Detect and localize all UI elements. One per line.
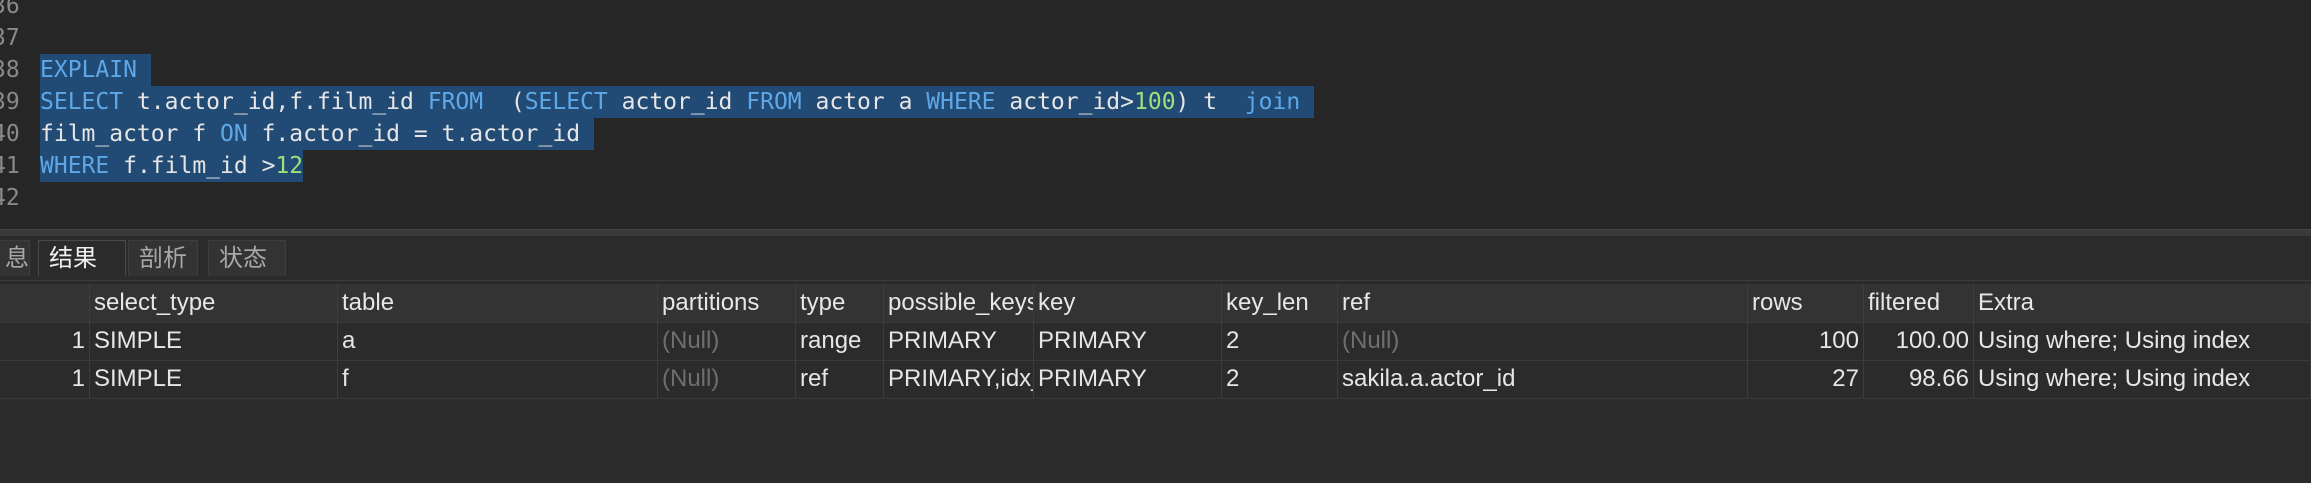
- table-row[interactable]: 1SIMPLEf(Null)refPRIMARY,idx_fk_film_idP…: [0, 360, 2311, 399]
- sql-keyword: WHERE: [926, 89, 1010, 115]
- tab-2[interactable]: 剖析: [128, 240, 198, 276]
- cell-ref[interactable]: sakila.a.actor_id: [1338, 360, 1748, 398]
- code-text[interactable]: film_actor f ON f.actor_id = t.actor_id: [40, 118, 594, 150]
- result-tabbar: 息结果 1剖析状态: [0, 236, 2311, 308]
- editor-line[interactable]: 38 EXPLAIN: [0, 54, 2311, 86]
- cell-partitions[interactable]: (Null): [658, 322, 796, 360]
- cell-rows[interactable]: 27: [1748, 360, 1864, 398]
- sql-keyword: FROM: [427, 89, 511, 115]
- editor-line[interactable]: 40 film_actor f ON f.actor_id = t.actor_i…: [0, 118, 2311, 150]
- column-header-possible_keys[interactable]: possible_keys: [884, 284, 1034, 322]
- cell-Extra[interactable]: Using where; Using index: [1974, 322, 2311, 360]
- cell-possible_keys[interactable]: PRIMARY,idx_fk_film_id: [884, 360, 1034, 398]
- line-number: 36: [0, 0, 20, 19]
- sql-keyword: join: [1244, 89, 1315, 115]
- line-number: 37: [0, 25, 20, 51]
- column-header-filtered[interactable]: filtered: [1864, 284, 1974, 322]
- column-header-key[interactable]: key: [1034, 284, 1222, 322]
- column-header-partitions[interactable]: partitions: [658, 284, 796, 322]
- editor-line[interactable]: 42: [0, 182, 2311, 214]
- cell-rownum[interactable]: 1: [0, 322, 90, 360]
- column-header-select_type[interactable]: select_type: [90, 284, 338, 322]
- sql-identifier: actor a: [815, 89, 927, 115]
- tab-3[interactable]: 状态: [208, 240, 286, 276]
- cell-table[interactable]: a: [338, 322, 658, 360]
- cell-key[interactable]: PRIMARY: [1034, 360, 1222, 398]
- cell-table[interactable]: f: [338, 360, 658, 398]
- cell-ref[interactable]: (Null): [1338, 322, 1748, 360]
- editor-line[interactable]: 41 WHERE f.film_id >12: [0, 150, 2311, 182]
- sql-identifier: t.actor_id,f.film_id: [136, 89, 428, 115]
- editor-line[interactable]: 39SELECT t.actor_id,f.film_id FROM (SELE…: [0, 86, 2311, 118]
- line-number: 41: [0, 153, 20, 179]
- cell-Extra[interactable]: Using where; Using index: [1974, 360, 2311, 398]
- sql-identifier: film_actor f: [40, 121, 221, 147]
- code-text[interactable]: SELECT t.actor_id,f.film_id FROM (SELECT…: [40, 86, 1315, 118]
- sql-keyword: ON: [220, 121, 262, 147]
- cell-key_len[interactable]: 2: [1222, 322, 1338, 360]
- line-number: 40: [0, 121, 20, 147]
- sql-editor[interactable]: 36 37 38 EXPLAIN 39 SELECT t.actor_id,f.film…: [0, 0, 2311, 229]
- column-header-Extra[interactable]: Extra: [1974, 284, 2311, 322]
- sql-keyword: FROM: [746, 89, 816, 115]
- cell-select_type[interactable]: SIMPLE: [90, 360, 338, 398]
- sql-identifier: f.film_id >: [123, 153, 276, 179]
- code-text[interactable]: WHERE f.film_id >12: [40, 150, 304, 182]
- cell-filtered[interactable]: 100.00: [1864, 322, 1974, 360]
- cell-key_len[interactable]: 2: [1222, 360, 1338, 398]
- column-header-table[interactable]: table: [338, 284, 658, 322]
- cell-filtered[interactable]: 98.66: [1864, 360, 1974, 398]
- cell-partitions[interactable]: (Null): [658, 360, 796, 398]
- column-header-rows[interactable]: rows: [1748, 284, 1864, 322]
- cell-select_type[interactable]: SIMPLE: [90, 322, 338, 360]
- sql-identifier: f.actor_id = t.actor_id: [261, 121, 594, 147]
- column-header-rownum[interactable]: [0, 284, 90, 322]
- cell-type[interactable]: ref: [796, 360, 884, 398]
- column-header-key_len[interactable]: key_len: [1222, 284, 1338, 322]
- sql-identifier: actor_id>: [1009, 89, 1134, 115]
- sql-identifier: ) t: [1175, 89, 1245, 115]
- code-text[interactable]: EXPLAIN: [40, 54, 151, 86]
- cell-possible_keys[interactable]: PRIMARY: [884, 322, 1034, 360]
- sql-keyword: SELECT: [524, 89, 622, 115]
- column-header-type[interactable]: type: [796, 284, 884, 322]
- sql-keyword: SELECT: [40, 89, 137, 115]
- table-row[interactable]: 1 SIMPLE a (Null) range PRIMARY PRIMARY 2 (Null)…: [0, 322, 2311, 361]
- sql-identifier: actor_id: [621, 89, 747, 115]
- sql-identifier: (: [510, 89, 525, 115]
- cell-type[interactable]: range: [796, 322, 884, 360]
- sql-keyword: EXPLAIN: [40, 57, 151, 83]
- sql-number: 12: [275, 153, 304, 179]
- tab-0[interactable]: 息: [0, 240, 30, 276]
- tab-1[interactable]: 结果 1: [38, 240, 126, 308]
- cell-key[interactable]: PRIMARY: [1034, 322, 1222, 360]
- line-number: 39: [0, 89, 20, 115]
- cell-rownum[interactable]: 1: [0, 360, 90, 398]
- line-number: 38: [0, 57, 20, 83]
- sql-number: 100: [1134, 89, 1176, 115]
- cell-rows[interactable]: 100: [1748, 322, 1864, 360]
- grid-header-row: select_type table partitions type possible_k…: [0, 284, 2311, 323]
- column-header-ref[interactable]: ref: [1338, 284, 1748, 322]
- editor-line[interactable]: 37: [0, 22, 2311, 54]
- sql-keyword: WHERE: [40, 153, 124, 179]
- line-number: 42: [0, 185, 20, 211]
- editor-line[interactable]: 36: [0, 0, 2311, 22]
